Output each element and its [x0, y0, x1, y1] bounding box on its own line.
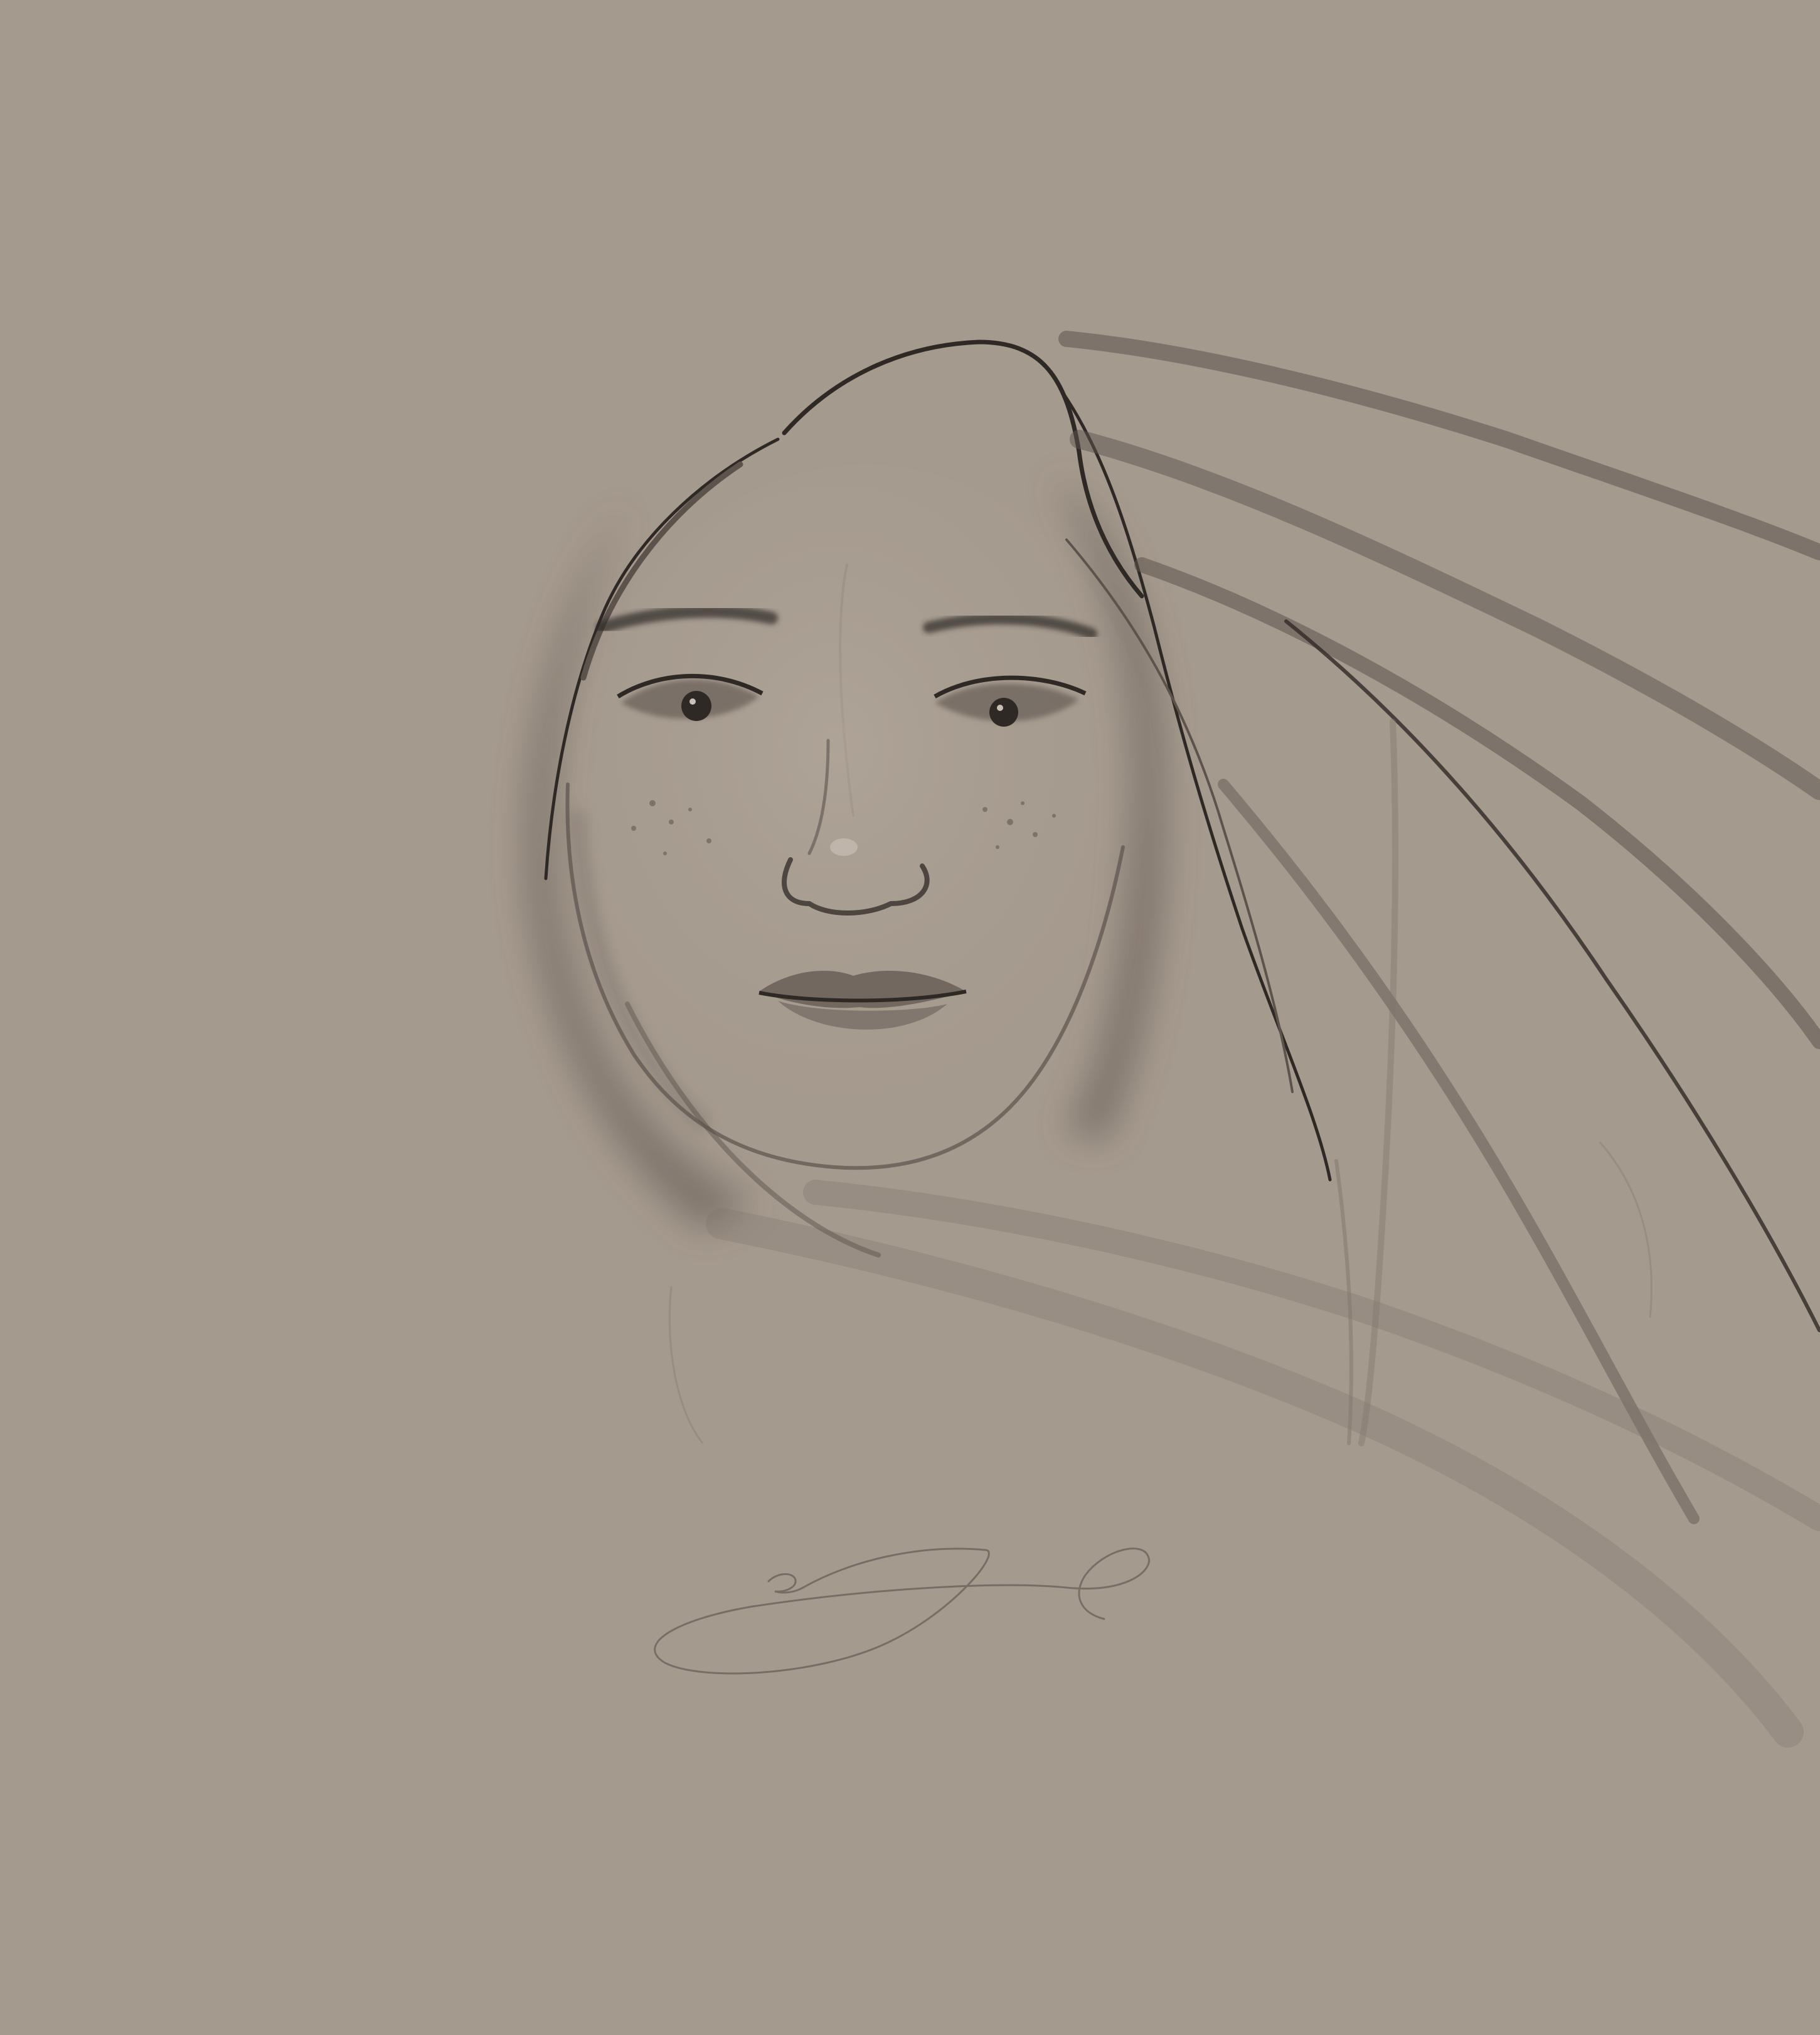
portrait-sketch	[0, 0, 1820, 2035]
face-glow	[571, 464, 1161, 1167]
sketch-canvas	[0, 0, 1820, 2035]
